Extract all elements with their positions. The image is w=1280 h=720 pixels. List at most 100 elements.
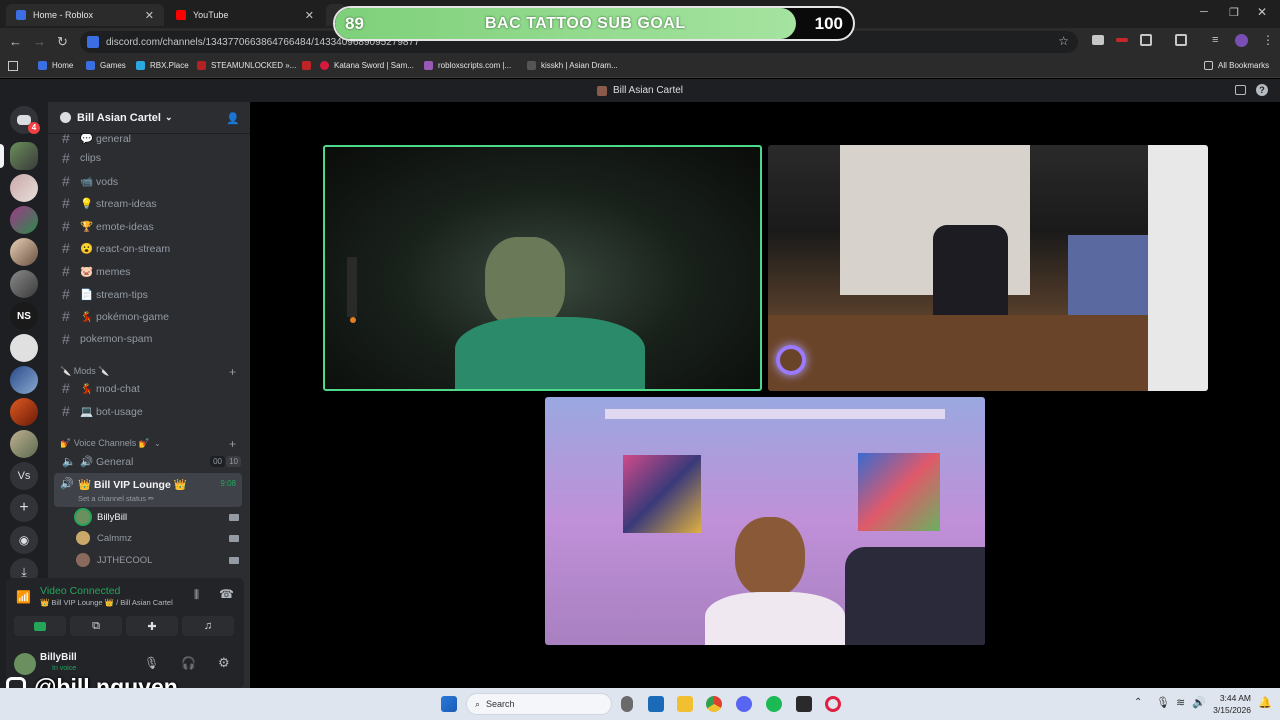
invite-icon[interactable]: 👤 bbox=[226, 112, 240, 125]
bookmark-unnamed[interactable] bbox=[302, 61, 311, 70]
apps-icon[interactable] bbox=[8, 61, 18, 71]
channel-stream-ideas[interactable]: # 💡 stream-ideas bbox=[56, 193, 241, 213]
voice-user[interactable]: JJTHECOOL bbox=[76, 550, 241, 570]
add-channel-icon[interactable]: + bbox=[229, 437, 236, 451]
discord-taskbar-icon[interactable] bbox=[736, 696, 752, 712]
channel-pokemon-game[interactable]: # 💃 pokémon-game bbox=[56, 306, 241, 326]
server-icon[interactable] bbox=[10, 174, 38, 202]
add-channel-icon[interactable]: + bbox=[229, 365, 236, 379]
help-icon[interactable]: ? bbox=[1256, 84, 1268, 96]
task-view-icon[interactable] bbox=[648, 696, 664, 712]
video-tile-jjthecool[interactable] bbox=[545, 397, 985, 645]
window-close-icon[interactable]: ✕ bbox=[1257, 5, 1267, 19]
clock-date[interactable]: 3/15/2026 bbox=[1208, 705, 1251, 715]
close-icon[interactable]: ✕ bbox=[145, 9, 154, 22]
server-icon[interactable] bbox=[10, 238, 38, 266]
server-icon[interactable] bbox=[10, 430, 38, 458]
bookmark-games[interactable]: Games bbox=[86, 61, 126, 70]
microphone-tray-icon[interactable]: 🎙 bbox=[1156, 696, 1170, 709]
profile-avatar[interactable] bbox=[1235, 34, 1248, 47]
windows-start-icon[interactable] bbox=[441, 696, 457, 712]
discover-icon[interactable]: ◉ bbox=[10, 526, 38, 554]
screen-share-button[interactable]: ⧉ bbox=[70, 616, 122, 636]
channel-clips[interactable]: # clips bbox=[56, 148, 241, 168]
category-mods[interactable]: 🔪 Mods 🔪 + bbox=[60, 365, 240, 379]
volume-icon[interactable]: 🔊 bbox=[1192, 696, 1206, 709]
channel-memes[interactable]: # 🐷 memes bbox=[56, 261, 241, 281]
server-ns[interactable]: NS bbox=[10, 302, 38, 330]
floor bbox=[768, 315, 1208, 391]
server-icon[interactable] bbox=[10, 334, 38, 362]
clock-time[interactable]: 3:44 AM bbox=[1213, 693, 1251, 703]
server-icon[interactable] bbox=[10, 366, 38, 394]
tab-roblox[interactable]: Home - Roblox ✕ bbox=[6, 4, 164, 26]
app-icon[interactable] bbox=[796, 696, 812, 712]
bookmark-robloxscripts[interactable]: robloxscripts.com |... bbox=[424, 61, 511, 70]
sidepanel-icon[interactable] bbox=[1175, 34, 1187, 46]
voice-user[interactable]: BillyBill bbox=[76, 507, 241, 527]
noise-suppression-icon[interactable]: ⫼ bbox=[194, 589, 199, 602]
headphones-icon[interactable]: 🎧 bbox=[181, 656, 196, 670]
site-info-icon[interactable] bbox=[87, 36, 99, 48]
notification-bell-icon[interactable]: 🔔 bbox=[1258, 696, 1272, 709]
tab-youtube[interactable]: YouTube ✕ bbox=[166, 4, 324, 26]
taskbar-search[interactable]: ⌕ Search bbox=[466, 693, 612, 715]
video-tile-calmmz[interactable] bbox=[768, 145, 1208, 391]
extension-red-icon[interactable] bbox=[1116, 38, 1128, 42]
forward-icon[interactable]: → bbox=[33, 34, 46, 49]
mouse-icon[interactable] bbox=[621, 696, 633, 712]
download-icon[interactable]: ≡ bbox=[1212, 34, 1218, 46]
all-bookmarks[interactable]: All Bookmarks bbox=[1204, 61, 1269, 70]
direct-messages-icon[interactable]: 4 bbox=[10, 106, 40, 134]
voice-channel-vip-lounge[interactable]: 🔊 👑 Bill VIP Lounge 👑 9:08 Set a channel… bbox=[54, 473, 242, 507]
minimize-icon[interactable]: ─ bbox=[1200, 6, 1208, 18]
category-voice-channels[interactable]: 💅 Voice Channels 💅 ⌄ + bbox=[60, 437, 240, 451]
channel-status[interactable]: Set a channel status ✏ bbox=[78, 494, 154, 503]
soundboard-button[interactable]: ♫ bbox=[182, 616, 234, 636]
channel-emote-ideas[interactable]: # 🏆 emote-ideas bbox=[56, 216, 241, 236]
bookmark-steamunlocked[interactable]: STEAMUNLOCKED »... bbox=[197, 61, 296, 70]
bookmark-rbxplace[interactable]: RBX.Place bbox=[136, 61, 189, 70]
disconnect-icon[interactable]: ☎ bbox=[219, 587, 234, 601]
voice-channel-general[interactable]: 🔈 🔊 General 00 10 bbox=[56, 451, 241, 471]
channel-pokemon-spam[interactable]: # pokemon-spam bbox=[56, 329, 241, 349]
settings-gear-icon[interactable]: ⚙ bbox=[218, 655, 230, 671]
channel-react-on-stream[interactable]: # 😮 react-on-stream bbox=[56, 238, 241, 258]
bookmark-home[interactable]: Home bbox=[38, 61, 73, 70]
channel-bot-usage[interactable]: # 💻 bot-usage bbox=[56, 401, 241, 421]
voice-user[interactable]: Calmmz bbox=[76, 528, 241, 548]
bookmark-kisskh[interactable]: kisskh | Asian Dram... bbox=[527, 61, 618, 70]
star-icon[interactable]: ☆ bbox=[1058, 34, 1069, 48]
channel-vods[interactable]: # 📹 vods bbox=[56, 171, 241, 191]
camera-button[interactable] bbox=[14, 616, 66, 636]
maximize-icon[interactable]: ❐ bbox=[1229, 6, 1239, 19]
opera-icon[interactable] bbox=[825, 696, 841, 712]
spotify-icon[interactable] bbox=[766, 696, 782, 712]
extension-icon[interactable] bbox=[1092, 35, 1104, 45]
chevron-up-icon[interactable]: ⌃ bbox=[1134, 697, 1142, 708]
server-vs[interactable]: Vs bbox=[10, 462, 38, 490]
channel-mod-chat[interactable]: # 💃 mod-chat bbox=[56, 378, 241, 398]
server-header[interactable]: Bill Asian Cartel ⌄ 👤 bbox=[48, 102, 250, 134]
server-bill-asian-cartel[interactable] bbox=[10, 142, 38, 170]
close-icon[interactable]: ✕ bbox=[305, 9, 314, 22]
menu-icon[interactable]: ⋮ bbox=[1262, 33, 1274, 47]
activities-button[interactable]: ✚ bbox=[126, 616, 178, 636]
signal-icon[interactable]: 📶 bbox=[16, 590, 31, 604]
channel-general[interactable]: # 💬 general bbox=[56, 134, 241, 148]
bookmark-katana[interactable]: Katana Sword | Sam... bbox=[320, 61, 414, 70]
reload-icon[interactable]: ↻ bbox=[57, 34, 68, 50]
chrome-icon[interactable] bbox=[706, 696, 722, 712]
add-server-icon[interactable]: + bbox=[10, 494, 38, 522]
microphone-icon[interactable]: 🎙 bbox=[144, 656, 159, 670]
inbox-icon[interactable] bbox=[1235, 85, 1246, 95]
server-icon[interactable] bbox=[10, 270, 38, 298]
puzzle-icon[interactable] bbox=[1140, 34, 1152, 46]
back-icon[interactable]: ← bbox=[9, 34, 22, 49]
file-explorer-icon[interactable] bbox=[677, 696, 693, 712]
server-icon[interactable] bbox=[10, 398, 38, 426]
video-tile-billybill[interactable] bbox=[323, 145, 762, 391]
server-icon[interactable] bbox=[10, 206, 38, 234]
wifi-icon[interactable]: ≋ bbox=[1176, 696, 1185, 709]
channel-stream-tips[interactable]: # 📄 stream-tips bbox=[56, 284, 241, 304]
